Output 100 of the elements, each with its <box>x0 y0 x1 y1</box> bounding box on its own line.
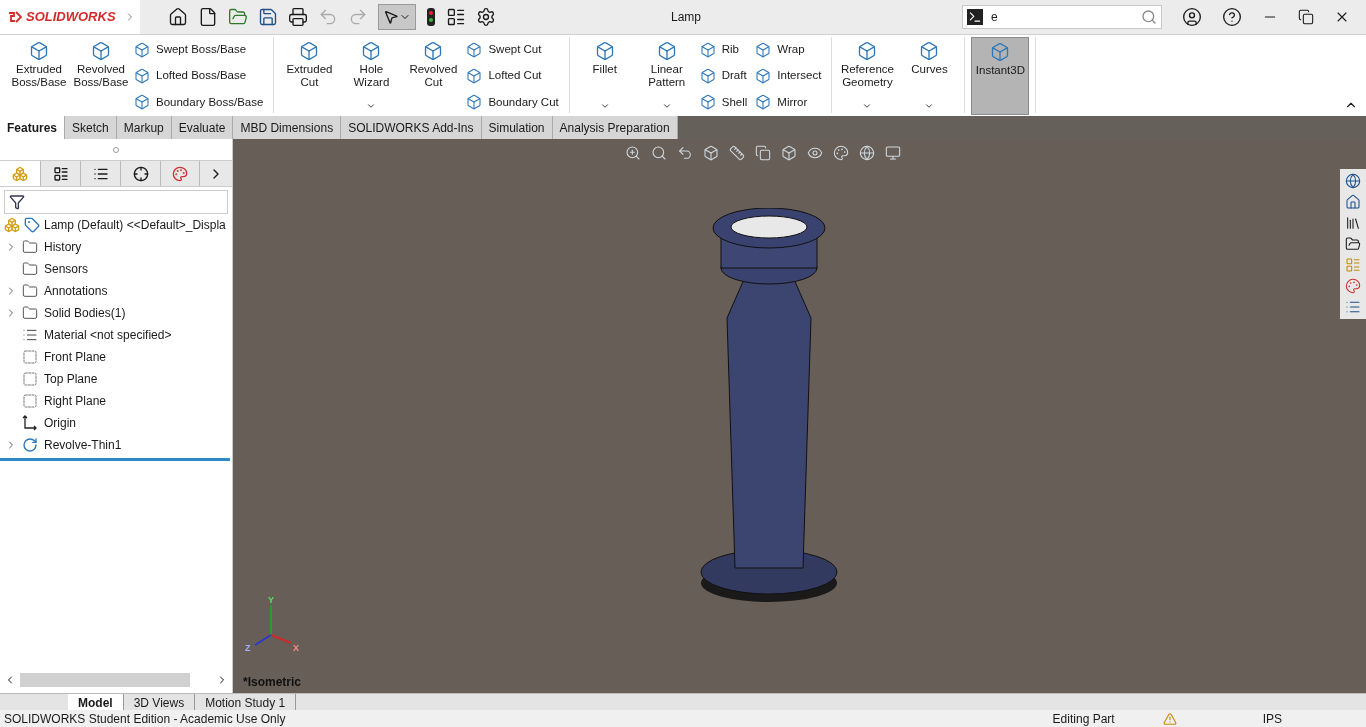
cube-icon <box>91 41 111 61</box>
open-icon[interactable] <box>228 7 248 27</box>
traffic-light-icon[interactable] <box>426 7 436 27</box>
logo-icon <box>8 10 22 24</box>
tree-item[interactable]: Solid Bodies(1) <box>44 304 126 322</box>
blocks-icon <box>4 217 20 233</box>
cube-icon <box>29 41 49 61</box>
cube-icon <box>857 41 878 61</box>
cube-icon <box>755 94 772 111</box>
tree-item[interactable]: Sensors <box>44 260 89 278</box>
settings-icon[interactable] <box>476 7 496 27</box>
list-icon <box>52 165 69 182</box>
tree-item[interactable]: Annotations <box>44 282 108 300</box>
cube-icon <box>299 41 320 61</box>
search-icon <box>651 145 667 161</box>
search-field[interactable]: e <box>962 5 1162 29</box>
tab[interactable]: Analysis Preparation <box>552 116 678 139</box>
cube-icon <box>134 68 150 84</box>
ribbon-button[interactable]: Reference Geometry <box>838 37 897 115</box>
scrollbar[interactable] <box>20 673 190 687</box>
filter-field[interactable] <box>4 190 228 214</box>
help-icon[interactable] <box>1222 7 1242 27</box>
ribbon-button[interactable]: Linear Pattern <box>637 37 696 115</box>
cube-icon <box>594 41 615 61</box>
filter-icon <box>9 194 25 210</box>
cube-icon <box>755 41 772 58</box>
library-icon[interactable] <box>1345 215 1361 231</box>
view-label: *Isometric <box>243 674 302 691</box>
cube-icon <box>134 94 150 111</box>
tree-item[interactable]: History <box>44 238 82 256</box>
axes-icon <box>22 415 38 431</box>
print-icon[interactable] <box>288 7 308 27</box>
select-button[interactable] <box>378 4 416 30</box>
ribbon-button[interactable]: Lofted Cut <box>466 67 563 85</box>
ribbon-button[interactable]: Rib <box>699 41 752 59</box>
tab[interactable]: Markup <box>116 116 172 139</box>
cube-icon <box>919 41 940 61</box>
ribbon-button[interactable]: Wrap <box>755 41 826 59</box>
plane-icon <box>22 393 38 409</box>
ribbon-button[interactable]: Hole Wizard <box>342 37 401 115</box>
ribbon-button[interactable]: Draft <box>699 67 752 85</box>
terminal-icon <box>967 9 983 25</box>
tab[interactable]: SOLIDWORKS Add-Ins <box>341 116 482 139</box>
tab[interactable]: Features <box>0 116 66 139</box>
folder-icon <box>22 305 38 321</box>
folder-icon <box>22 283 38 299</box>
logo: SOLIDWORKS <box>0 0 140 34</box>
ribbon-button[interactable]: Curves <box>900 37 959 115</box>
ribbon-button[interactable]: Intersect <box>755 67 826 85</box>
tree-item[interactable]: Front Plane <box>44 348 107 366</box>
list-icon[interactable] <box>446 7 466 27</box>
caret-icon <box>862 101 873 111</box>
ribbon-button[interactable]: Mirror <box>755 93 826 111</box>
cube-icon <box>656 41 677 61</box>
tab[interactable]: Model <box>68 694 124 710</box>
folder-icon[interactable] <box>1345 236 1361 252</box>
ribbon-button[interactable]: Swept Boss/Base <box>134 41 268 59</box>
ribbon-button[interactable]: Extruded Cut <box>280 37 339 115</box>
cube-icon <box>134 41 150 58</box>
tree-item[interactable]: Material <not specified> <box>44 326 172 344</box>
tree-item[interactable]: Top Plane <box>44 370 98 388</box>
cube-icon <box>699 41 716 58</box>
tree-item[interactable]: Right Plane <box>44 392 107 410</box>
home-icon[interactable] <box>168 7 188 27</box>
ribbon-button[interactable]: Revolved Cut <box>404 37 463 115</box>
tree-item[interactable]: Origin <box>44 414 76 432</box>
tab[interactable]: MBD Dimensions <box>233 116 342 139</box>
ribbon-button[interactable]: Shell <box>699 93 752 111</box>
tab[interactable]: Simulation <box>481 116 553 139</box>
ribbon-button[interactable]: Boundary Boss/Base <box>134 93 268 111</box>
user-icon[interactable] <box>1182 7 1202 27</box>
ribbon-button[interactable]: Lofted Boss/Base <box>134 67 268 85</box>
save-icon[interactable] <box>258 7 278 27</box>
tree-root[interactable]: Lamp (Default) <<Default>_Displa <box>44 216 226 234</box>
cube-icon <box>755 68 772 84</box>
list-icon <box>22 327 38 343</box>
palette-icon <box>833 145 849 161</box>
units-label[interactable]: IPS <box>1262 709 1282 727</box>
restore-icon[interactable] <box>1298 9 1314 25</box>
cube-icon <box>466 94 483 111</box>
crosshair-icon <box>132 165 149 182</box>
folder-icon <box>22 239 38 255</box>
caret-icon <box>366 101 377 111</box>
display-manager-tab[interactable] <box>160 161 200 186</box>
tab[interactable]: Sketch <box>65 116 117 139</box>
tab[interactable]: Evaluate <box>171 116 234 139</box>
blocks-icon <box>12 165 28 182</box>
ribbon-button[interactable]: Instant3D <box>971 37 1030 115</box>
tree-item[interactable]: Revolve-Thin1 <box>44 436 122 454</box>
ribbon-button[interactable]: Swept Cut <box>466 41 563 59</box>
rotate-icon <box>22 437 38 453</box>
ribbon-button[interactable]: Boundary Cut <box>466 93 563 111</box>
folder-icon <box>22 261 38 277</box>
palette-icon[interactable] <box>1345 278 1361 294</box>
new-file-icon[interactable] <box>198 7 218 27</box>
ribbon-button[interactable]: Revolved Boss/Base <box>72 37 130 115</box>
zoom-icon <box>625 145 641 161</box>
ribbon-button[interactable]: Extruded Boss/Base <box>10 37 68 115</box>
globe-icon[interactable] <box>1345 173 1361 189</box>
ribbon-button[interactable]: Fillet <box>575 37 634 115</box>
